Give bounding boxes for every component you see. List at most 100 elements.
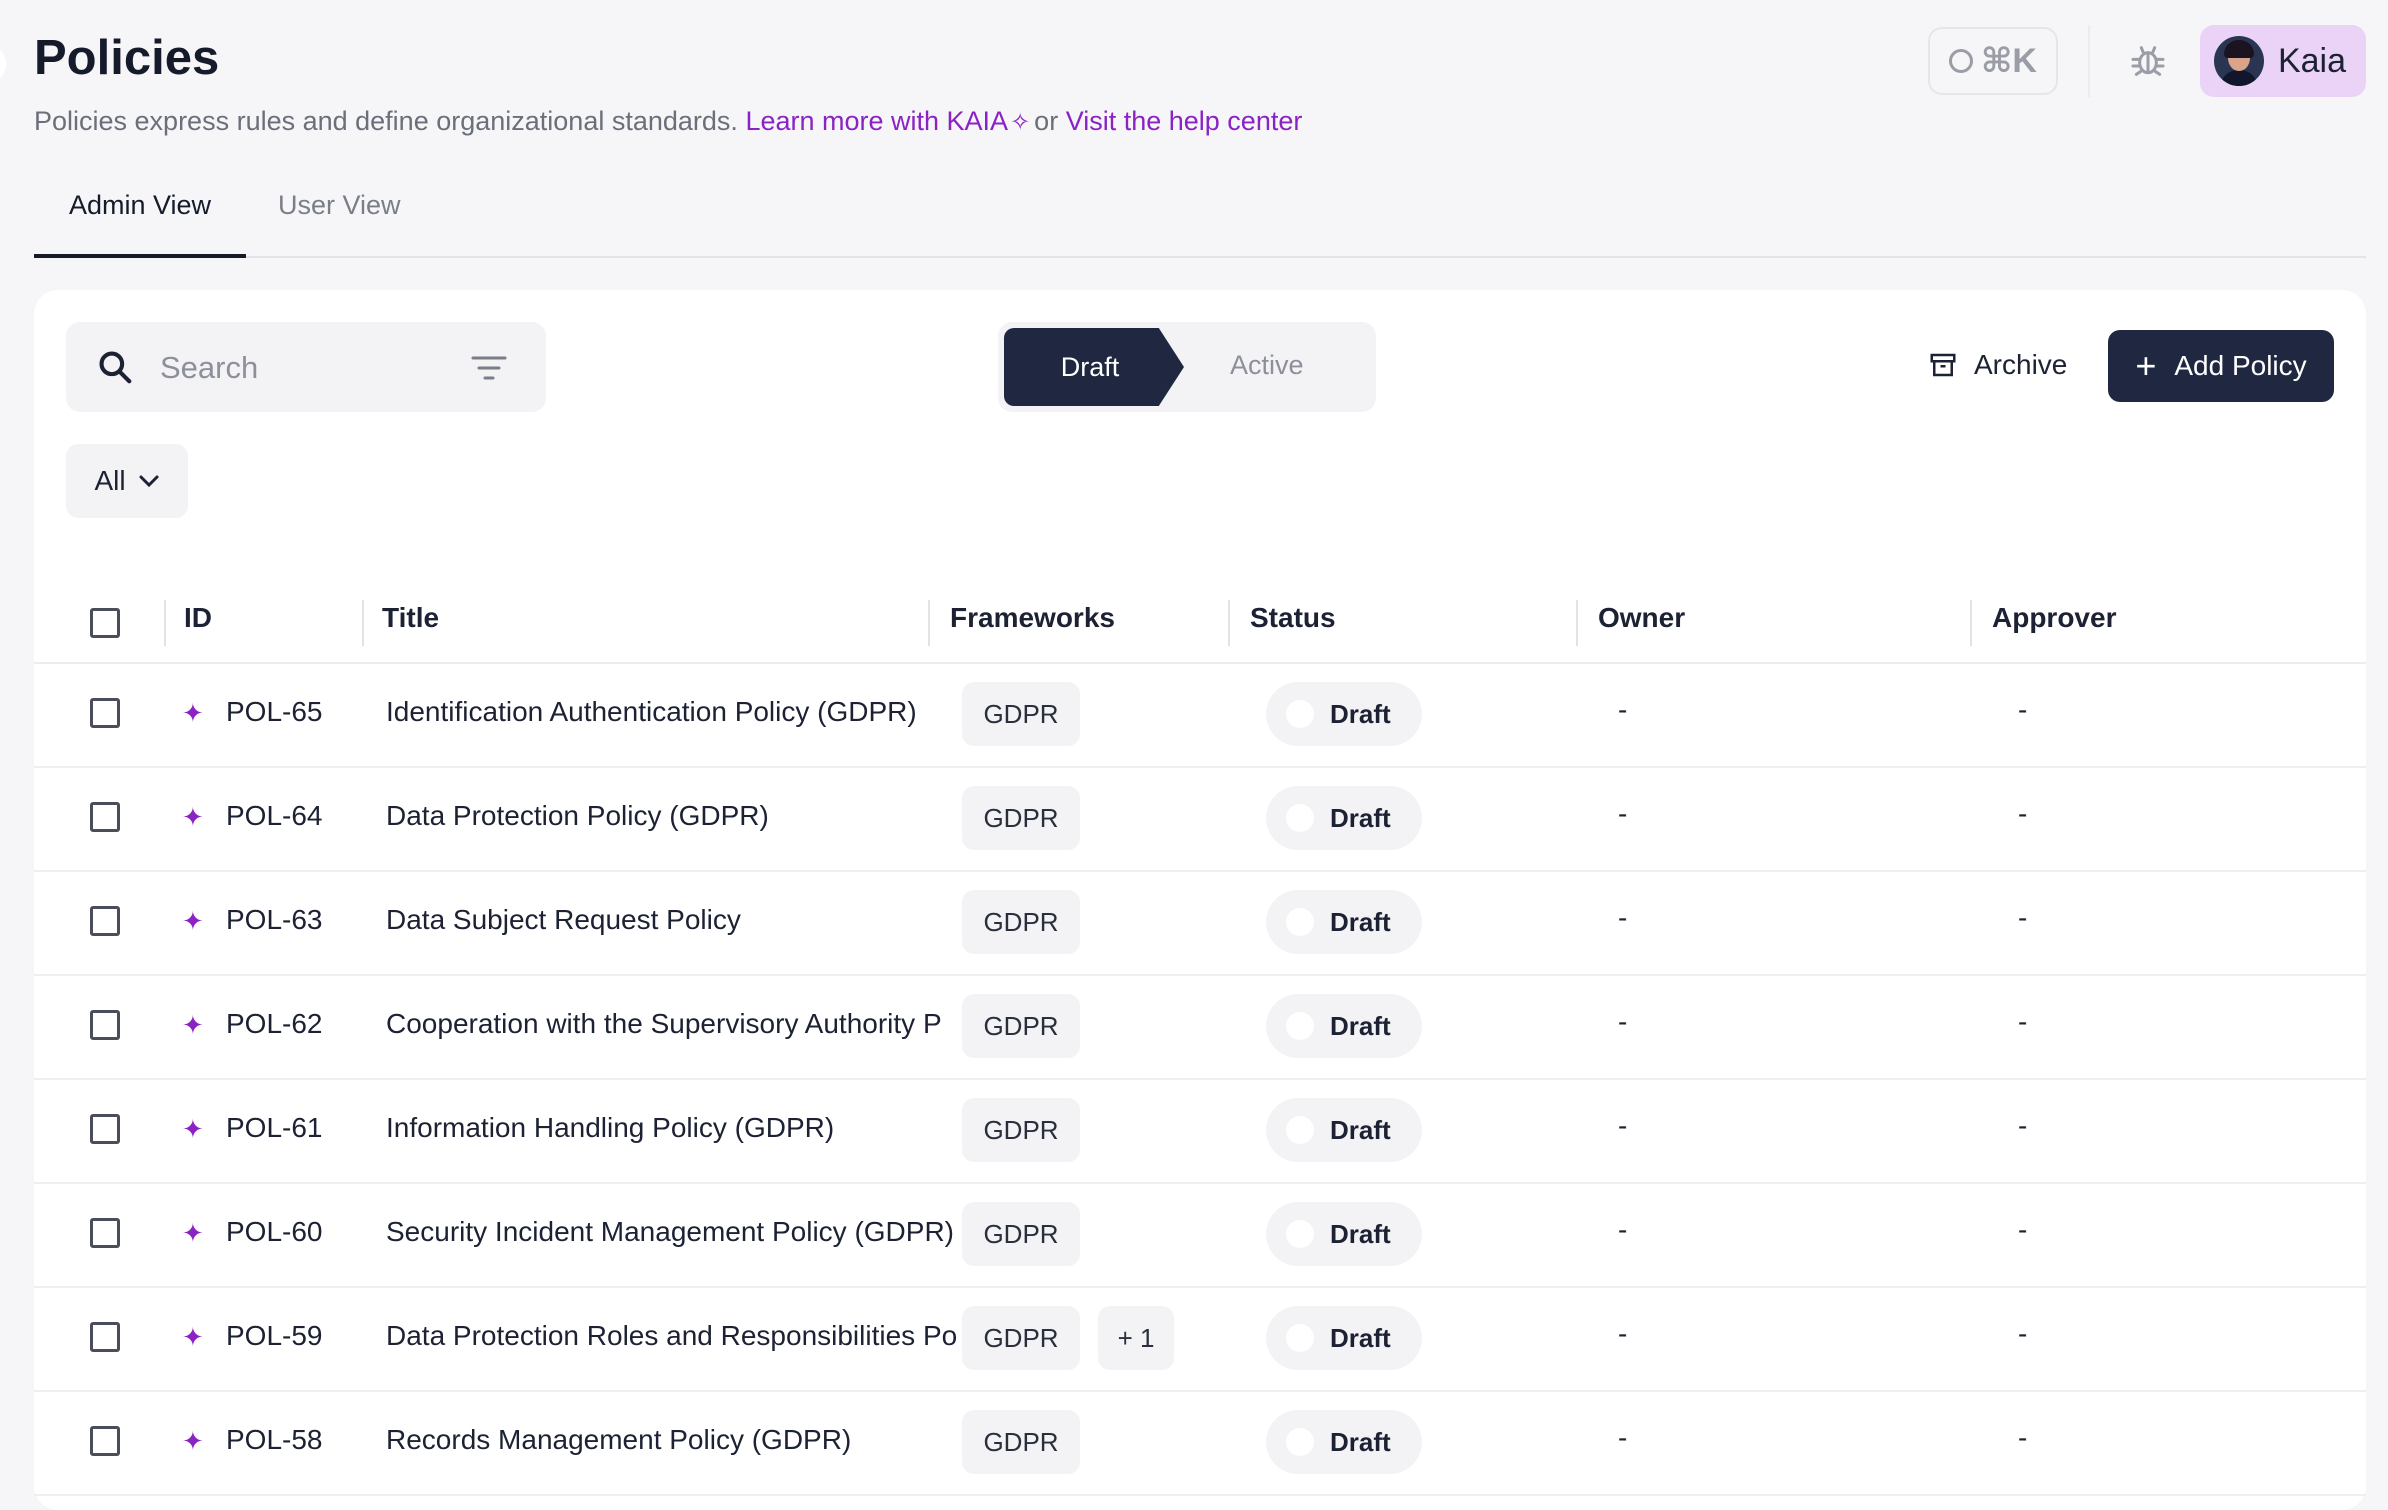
tab-user-view[interactable]: User View — [278, 190, 401, 221]
table-row[interactable]: ✦ POL-58 Records Management Policy (GDPR… — [34, 1390, 2366, 1496]
segment-draft[interactable]: Draft — [1004, 328, 1184, 406]
user-name: Kaia — [2277, 41, 2346, 80]
sparkle-icon: ✦ — [182, 1426, 204, 1456]
debug-button[interactable] — [2120, 33, 2176, 89]
column-header-owner[interactable]: Owner — [1598, 602, 1685, 634]
status-label: Draft — [1330, 1323, 1391, 1353]
column-header-approver[interactable]: Approver — [1992, 602, 2116, 634]
approver-cell: - — [2018, 902, 2028, 933]
archive-icon — [1930, 353, 1956, 377]
sparkle-icon: ✦ — [182, 802, 204, 832]
row-checkbox[interactable] — [90, 802, 120, 832]
approver-cell: - — [2018, 1110, 2028, 1141]
approver-cell: - — [2018, 1318, 2028, 1349]
status-dot — [1286, 1220, 1314, 1248]
column-header-status[interactable]: Status — [1250, 602, 1336, 634]
top-actions: ⌘K Kaia — [1927, 25, 2366, 97]
framework-badge: GDPR — [962, 1410, 1080, 1474]
status-segment-control: Draft Active — [998, 322, 1376, 412]
bug-icon — [2131, 46, 2165, 76]
search-box[interactable]: Search — [66, 322, 546, 412]
owner-cell: - — [1618, 798, 1628, 829]
archive-button[interactable]: Archive — [1928, 330, 2067, 400]
sparkle-icon: ✧ — [1010, 109, 1031, 136]
policy-title[interactable]: Data Protection Policy (GDPR) — [386, 800, 978, 832]
column-header-frameworks[interactable]: Frameworks — [950, 602, 1115, 634]
owner-cell: - — [1618, 1110, 1628, 1141]
table-row[interactable]: ✦ POL-60 Security Incident Management Po… — [34, 1182, 2366, 1288]
column-divider — [1228, 600, 1230, 646]
table-row[interactable]: ✦ POL-59 Data Protection Roles and Respo… — [34, 1286, 2366, 1392]
status-dot — [1286, 908, 1314, 936]
page-subtitle: Policies express rules and define organi… — [34, 106, 1302, 137]
scope-filter-dropdown[interactable]: All — [66, 444, 188, 518]
framework-badge: GDPR — [962, 1202, 1080, 1266]
policy-title[interactable]: Data Subject Request Policy — [386, 904, 978, 936]
policy-title[interactable]: Identification Authentication Policy (GD… — [386, 696, 978, 728]
row-checkbox[interactable] — [90, 1426, 120, 1456]
column-divider — [1970, 600, 1972, 646]
column-header-id[interactable]: ID — [184, 602, 212, 634]
column-header-title[interactable]: Title — [382, 602, 439, 634]
policy-title[interactable]: Information Handling Policy (GDPR) — [386, 1112, 978, 1144]
help-center-link[interactable]: Visit the help center — [1066, 106, 1303, 136]
search-icon — [99, 351, 132, 384]
status-dot — [1286, 1012, 1314, 1040]
more-frameworks-badge[interactable]: + 1 — [1098, 1306, 1174, 1370]
status-label: Draft — [1330, 699, 1391, 729]
policy-id: POL-58 — [226, 1424, 323, 1455]
policies-page: Policies Policies express rules and defi… — [0, 0, 2388, 1510]
search-input[interactable]: Search — [160, 350, 258, 386]
owner-cell: - — [1618, 1318, 1628, 1349]
policy-title[interactable]: Data Protection Roles and Responsibiliti… — [386, 1320, 978, 1352]
divider — [2087, 25, 2090, 97]
select-all-checkbox[interactable] — [90, 608, 120, 638]
approver-cell: - — [2018, 1214, 2028, 1245]
subtitle-text: Policies express rules and define organi… — [34, 106, 738, 136]
row-checkbox[interactable] — [90, 1114, 120, 1144]
policy-title[interactable]: Cooperation with the Supervisory Authori… — [386, 1008, 978, 1040]
policy-id: POL-65 — [226, 696, 323, 727]
status-dot — [1286, 1428, 1314, 1456]
status-badge: Draft — [1266, 890, 1422, 954]
approver-cell: - — [2018, 1422, 2028, 1453]
filter-icon[interactable] — [470, 354, 508, 382]
row-checkbox[interactable] — [90, 1322, 120, 1352]
status-label: Draft — [1330, 1219, 1391, 1249]
column-divider — [1576, 600, 1578, 646]
row-checkbox[interactable] — [90, 1010, 120, 1040]
owner-cell: - — [1618, 694, 1628, 725]
view-tabs: Admin View User View — [34, 180, 2366, 258]
policy-title[interactable]: Security Incident Management Policy (GDP… — [386, 1216, 978, 1248]
row-checkbox[interactable] — [90, 1218, 120, 1248]
policy-id: POL-62 — [226, 1008, 323, 1039]
table-row[interactable]: ✦ POL-64 Data Protection Policy (GDPR) G… — [34, 766, 2366, 872]
status-badge: Draft — [1266, 1306, 1422, 1370]
framework-badge: GDPR — [962, 994, 1080, 1058]
sparkle-icon: ✦ — [182, 1322, 204, 1352]
sidebar-collapse-handle[interactable] — [0, 44, 6, 84]
framework-badge: GDPR — [962, 1306, 1080, 1370]
row-checkbox[interactable] — [90, 906, 120, 936]
status-label: Draft — [1330, 1115, 1391, 1145]
owner-cell: - — [1618, 902, 1628, 933]
table-row[interactable]: ✦ POL-62 Cooperation with the Supervisor… — [34, 974, 2366, 1080]
row-checkbox[interactable] — [90, 698, 120, 728]
table-row[interactable]: ✦ POL-65 Identification Authentication P… — [34, 662, 2366, 768]
command-palette-button[interactable]: ⌘K — [1927, 27, 2058, 95]
add-policy-button[interactable]: + Add Policy — [2108, 330, 2334, 402]
user-menu-button[interactable]: Kaia — [2199, 25, 2366, 97]
table-row[interactable]: ✦ POL-61 Information Handling Policy (GD… — [34, 1078, 2366, 1184]
policy-title[interactable]: Records Management Policy (GDPR) — [386, 1424, 978, 1456]
status-badge: Draft — [1266, 786, 1422, 850]
status-dot — [1286, 1116, 1314, 1144]
segment-active[interactable]: Active — [1230, 350, 1304, 381]
learn-more-kaia-link[interactable]: Learn more with KAIA — [745, 106, 1008, 136]
status-badge: Draft — [1266, 1410, 1422, 1474]
column-divider — [928, 600, 930, 646]
tab-admin-view[interactable]: Admin View — [34, 190, 246, 258]
table-row[interactable]: ✦ POL-63 Data Subject Request Policy GDP… — [34, 870, 2366, 976]
status-badge: Draft — [1266, 994, 1422, 1058]
status-label: Draft — [1330, 907, 1391, 937]
policies-card: Search Draft Active Archive + Add Policy… — [34, 290, 2366, 1510]
